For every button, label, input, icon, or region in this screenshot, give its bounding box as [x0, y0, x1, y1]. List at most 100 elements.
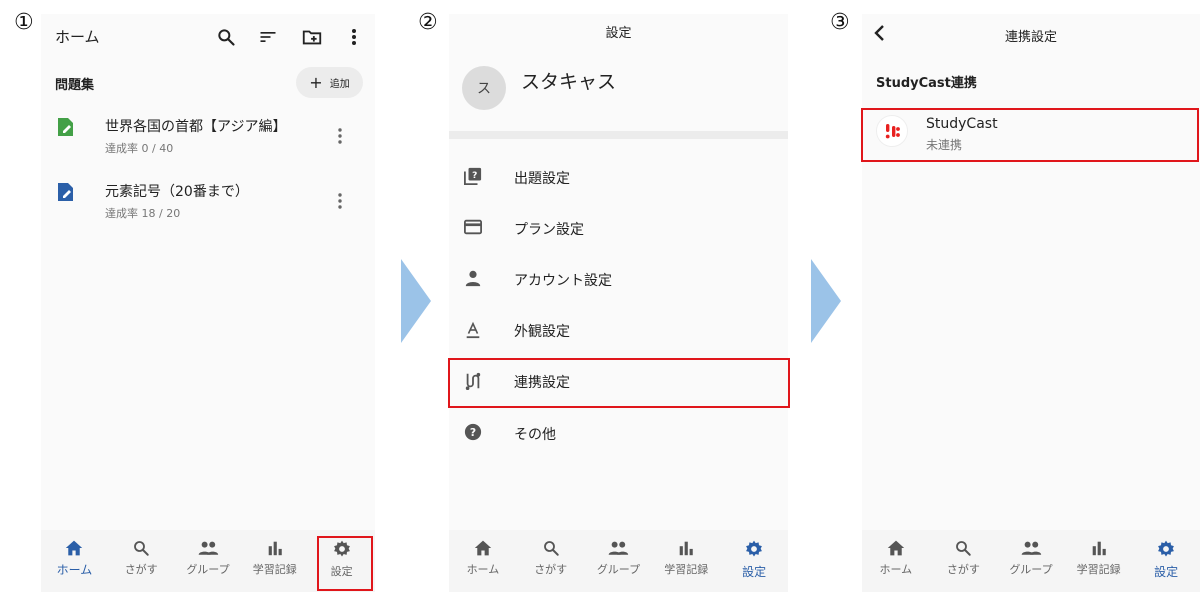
- menu-item-plan[interactable]: プラン設定: [449, 202, 788, 252]
- menu-item-label: 外観設定: [514, 324, 570, 340]
- add-button-label: 追加: [329, 79, 350, 90]
- tab-label: 設定: [742, 565, 767, 579]
- list-item-title: 元素記号（20番まで）: [105, 184, 249, 200]
- group-icon: [609, 541, 629, 555]
- tab-label: 学習記録: [664, 563, 709, 576]
- bar-chart-icon: [1092, 541, 1106, 556]
- next-arrow-icon: [401, 259, 431, 343]
- svg-text:?: ?: [472, 171, 477, 181]
- tab-search[interactable]: さがす: [930, 530, 998, 592]
- gear-icon: [1158, 540, 1175, 557]
- tab-settings[interactable]: 設定: [720, 530, 788, 592]
- tab-label: さがす: [946, 563, 980, 576]
- card-icon: [464, 219, 482, 235]
- search-icon: [134, 541, 149, 556]
- highlight-box: [448, 358, 790, 408]
- tab-home[interactable]: ホーム: [41, 530, 108, 592]
- divider: [449, 131, 788, 139]
- more-vert-icon[interactable]: [344, 26, 364, 48]
- plus-icon: +: [309, 73, 323, 92]
- screen-settings: 設定 ス スタキャス ? 出題設定 プラン設定 アカウント設定 外観設定 連携設…: [449, 14, 788, 592]
- bottom-nav: ホーム さがす グループ 学習記録 設定: [449, 530, 788, 592]
- tab-home[interactable]: ホーム: [449, 530, 517, 592]
- page-title: 連携設定: [1004, 30, 1057, 45]
- menu-item-label: その他: [514, 427, 556, 443]
- tab-label: ホーム: [56, 563, 93, 577]
- list-item-subtitle: 達成率 0 / 40: [105, 142, 174, 155]
- tab-group[interactable]: グループ: [175, 530, 242, 592]
- highlight-box: [861, 108, 1199, 162]
- tab-group[interactable]: グループ: [997, 530, 1065, 592]
- blue-edit-doc-icon: [58, 183, 73, 201]
- text-format-icon: [466, 321, 480, 339]
- app-bar: ホーム: [41, 14, 375, 60]
- menu-item-label: アカウント設定: [514, 273, 612, 289]
- add-button[interactable]: + 追加: [296, 67, 363, 98]
- more-vert-icon[interactable]: [330, 191, 350, 211]
- tab-search[interactable]: さがす: [108, 530, 175, 592]
- menu-item-quiz[interactable]: ? 出題設定: [449, 150, 788, 202]
- search-icon: [956, 541, 972, 556]
- tab-label: 学習記録: [252, 563, 297, 576]
- avatar[interactable]: ス: [462, 66, 506, 110]
- home-icon: [66, 540, 83, 556]
- tab-label: ホーム: [466, 563, 500, 576]
- tab-label: グループ: [596, 563, 641, 576]
- group-icon: [1021, 541, 1042, 555]
- app-bar: 連携設定: [862, 14, 1200, 60]
- home-icon: [887, 540, 904, 556]
- search-icon[interactable]: [216, 27, 236, 47]
- tab-home[interactable]: ホーム: [862, 530, 930, 592]
- menu-item-appearance[interactable]: 外観設定: [449, 304, 788, 354]
- list-item-subtitle: 達成率 18 / 20: [105, 207, 181, 220]
- bottom-nav: ホーム さがす グループ 学習記録 設定: [862, 530, 1200, 592]
- step-number-3: ③: [830, 10, 850, 35]
- bar-chart-icon: [268, 541, 282, 556]
- person-icon: [465, 270, 481, 287]
- more-vert-icon[interactable]: [330, 126, 350, 146]
- list-item[interactable]: 世界各国の首都【アジア編】 達成率 0 / 40: [41, 109, 375, 163]
- next-arrow-icon: [811, 259, 841, 343]
- menu-item-other[interactable]: ? その他: [449, 406, 788, 458]
- gear-icon: [746, 540, 762, 557]
- step-number-1: ①: [14, 10, 34, 35]
- bar-chart-icon: [679, 541, 694, 556]
- group-icon: [198, 541, 219, 555]
- search-icon: [543, 541, 559, 556]
- tab-records[interactable]: 学習記録: [652, 530, 720, 592]
- tab-label: さがす: [534, 563, 568, 576]
- tab-label: さがす: [124, 563, 158, 576]
- tab-records[interactable]: 学習記録: [1065, 530, 1133, 592]
- tab-label: 設定: [1154, 565, 1179, 579]
- page-title: ホーム: [55, 28, 100, 46]
- app-bar: 設定: [449, 14, 788, 60]
- svg-text:?: ?: [470, 426, 476, 439]
- screen-integration: 連携設定 StudyCast連携 StudyCast 未連携 ホーム さがす グ…: [862, 14, 1200, 592]
- home-icon: [474, 540, 492, 556]
- tab-group[interactable]: グループ: [585, 530, 653, 592]
- menu-item-label: 出題設定: [514, 171, 570, 187]
- sort-icon[interactable]: [258, 27, 278, 47]
- tab-label: グループ: [186, 563, 230, 576]
- step-number-2: ②: [418, 10, 438, 35]
- page-title: 設定: [605, 26, 632, 41]
- tab-label: グループ: [1009, 563, 1053, 576]
- list-item[interactable]: 元素記号（20番まで） 達成率 18 / 20: [41, 174, 375, 228]
- tab-search[interactable]: さがす: [517, 530, 585, 592]
- tab-label: 学習記録: [1076, 563, 1121, 576]
- list-item-title: 世界各国の首都【アジア編】: [105, 119, 287, 135]
- new-folder-icon[interactable]: [301, 26, 323, 48]
- section-title: StudyCast連携: [876, 76, 977, 91]
- help-icon: ?: [464, 423, 482, 441]
- menu-item-label: プラン設定: [514, 222, 584, 238]
- tab-settings[interactable]: 設定: [1132, 530, 1200, 592]
- section-title: 問題集: [55, 78, 95, 93]
- highlight-box: [317, 536, 373, 591]
- menu-item-account[interactable]: アカウント設定: [449, 252, 788, 304]
- screen-home: ホーム 問題集 + 追加 世界各国の首都【アジア編】 達成率 0 / 40 元素…: [41, 14, 375, 592]
- tab-records[interactable]: 学習記録: [241, 530, 308, 592]
- profile-name[interactable]: スタキャス: [521, 67, 616, 94]
- tab-label: ホーム: [879, 563, 913, 576]
- green-edit-doc-icon: [58, 118, 73, 136]
- quiz-icon: ?: [464, 167, 482, 185]
